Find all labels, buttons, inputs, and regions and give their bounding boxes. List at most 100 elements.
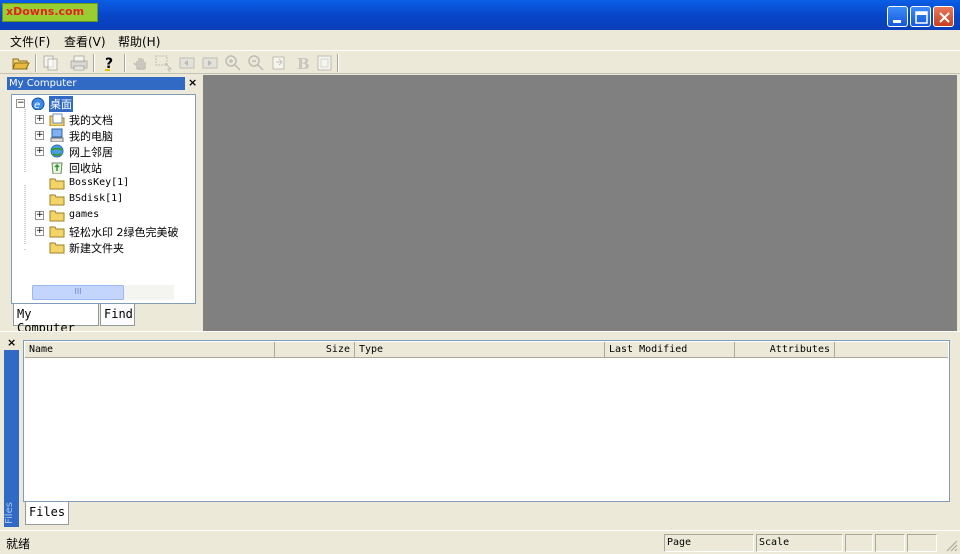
folder-icon (49, 194, 65, 206)
tree-item-label: 我的文档 (69, 114, 113, 127)
menu-help[interactable]: 帮助(H) (118, 33, 160, 50)
tree-item-label: 回收站 (69, 162, 102, 175)
column-last-modified[interactable]: Last Modified (605, 342, 735, 358)
column-filler (835, 342, 948, 358)
open-folder-icon (12, 58, 30, 70)
toolbar-separator (337, 54, 339, 72)
tree-item-folder[interactable]: BossKey[1] (12, 176, 192, 192)
files-side-label: Files (4, 502, 15, 524)
document-viewer[interactable] (203, 75, 957, 331)
folder-icon (49, 226, 65, 238)
zoom-out-icon (248, 55, 264, 71)
toolbar-separator (93, 54, 95, 72)
next-button[interactable] (199, 53, 221, 73)
select-button[interactable] (153, 53, 175, 73)
panel-splitter[interactable] (0, 331, 960, 335)
previous-button[interactable] (176, 53, 198, 73)
previous-icon (179, 57, 195, 69)
expand-toggle[interactable]: + (35, 227, 44, 236)
zoom-in-icon (225, 55, 241, 71)
next-icon (202, 57, 218, 69)
folder-icon (49, 242, 65, 254)
column-size[interactable]: Size (275, 342, 355, 358)
expand-toggle[interactable]: + (35, 211, 44, 220)
zoom-in-button[interactable] (222, 53, 244, 73)
column-attributes[interactable]: Attributes (735, 342, 835, 358)
tree-item-my-computer[interactable]: + 我的电脑 (12, 128, 192, 144)
tab-files[interactable]: Files (25, 502, 69, 525)
menu-bar: 文件(F) 查看(V) 帮助(H) (0, 30, 960, 50)
bold-glyph: B (297, 55, 310, 73)
documents-icon (49, 113, 65, 126)
folder-tree[interactable]: − e 桌面 + 我的文档 + 我的电脑 + 网上邻居 回收站 BossKey[… (11, 94, 196, 304)
rotate-icon (272, 56, 285, 70)
copy-button[interactable] (40, 53, 62, 73)
tree-item-desktop[interactable]: − e 桌面 (12, 96, 192, 112)
fit-page-button[interactable] (314, 53, 336, 73)
column-name[interactable]: Name (25, 342, 275, 358)
tree-item-folder[interactable]: 新建文件夹 (12, 240, 192, 256)
help-icon: ? (105, 56, 113, 72)
zoom-out-button[interactable] (245, 53, 267, 73)
resize-grip-icon[interactable] (946, 540, 958, 552)
hand-icon (133, 58, 146, 70)
tree-item-recycle-bin[interactable]: 回收站 (12, 160, 192, 176)
collapse-toggle[interactable]: − (16, 99, 25, 108)
toolbar-separator (35, 54, 37, 72)
logo: xDowns.com (6, 5, 85, 18)
folder-icon (49, 178, 65, 190)
help-button[interactable]: ? (98, 53, 120, 73)
tree-item-folder[interactable]: + 轻松水印 2绿色完美破 (12, 224, 195, 240)
rotate-button[interactable] (268, 53, 290, 73)
toolbar-separator (124, 54, 126, 72)
tree-item-folder[interactable]: BSdisk[1] (12, 192, 192, 208)
recycle-bin-icon (51, 162, 63, 174)
column-type[interactable]: Type (355, 342, 605, 358)
expand-toggle[interactable]: + (35, 115, 44, 124)
close-button[interactable] (933, 6, 954, 27)
print-button[interactable] (68, 53, 90, 73)
open-button[interactable] (10, 53, 32, 73)
status-cell (907, 534, 937, 552)
panel-title: My Computer (7, 77, 185, 90)
tree-item-label: BSdisk[1] (69, 193, 124, 204)
print-icon (70, 55, 88, 71)
minimize-icon (893, 20, 901, 23)
files-panel-close-button[interactable]: × (7, 336, 16, 349)
tree-item-network[interactable]: + 网上邻居 (12, 144, 192, 160)
status-cell (875, 534, 905, 552)
fit-page-icon (317, 55, 332, 71)
expand-toggle[interactable]: + (35, 147, 44, 156)
tab-my-computer[interactable]: My Computer (13, 304, 99, 335)
status-bar: 就绪 Page Scale (0, 530, 960, 554)
tree-item-my-documents[interactable]: + 我的文档 (12, 112, 192, 128)
status-text: 就绪 (6, 537, 31, 551)
tree-item-label: games (69, 209, 100, 220)
computer-icon (50, 128, 64, 142)
maximize-button[interactable] (910, 6, 931, 27)
tab-find[interactable]: Find (100, 304, 135, 326)
toolbar: ? B (0, 50, 960, 74)
tree-item-label: 轻松水印 2绿色完美破 (69, 226, 179, 239)
status-page: Page (664, 534, 754, 552)
tree-item-folder[interactable]: + games (12, 208, 192, 224)
bold-button[interactable]: B (291, 53, 313, 73)
network-icon (50, 144, 64, 158)
horizontal-scrollbar[interactable]: III (32, 285, 174, 300)
hand-button[interactable] (130, 53, 152, 73)
minimize-button[interactable] (887, 6, 908, 27)
menu-file[interactable]: 文件(F) (10, 33, 50, 50)
expand-toggle[interactable]: + (35, 131, 44, 140)
menu-view[interactable]: 查看(V) (64, 33, 106, 50)
tree-item-label: BossKey[1] (69, 177, 130, 188)
maximize-icon (915, 11, 928, 24)
title-bar[interactable]: xDowns.com (0, 0, 960, 30)
tree-item-label: 桌面 (49, 96, 73, 112)
copy-icon (43, 55, 58, 71)
panel-close-button[interactable]: × (188, 76, 197, 89)
tree-item-label: 网上邻居 (69, 146, 113, 159)
scrollbar-thumb[interactable]: III (32, 285, 124, 300)
file-list[interactable]: Name Size Type Last Modified Attributes (23, 340, 950, 502)
tree-item-label: 新建文件夹 (69, 242, 124, 255)
tree-item-label: 我的电脑 (69, 130, 113, 143)
